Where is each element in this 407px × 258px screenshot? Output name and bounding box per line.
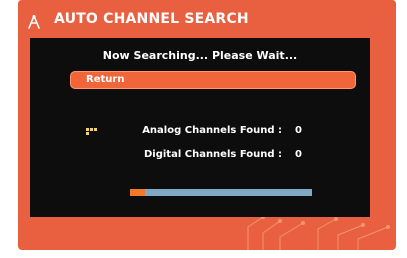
status-text: Now Searching... Please Wait... bbox=[102, 49, 298, 62]
antenna-icon bbox=[28, 15, 40, 29]
screen: AUTO CHANNEL SEARCH Now Searching... Ple… bbox=[12, 0, 402, 258]
title-bar: AUTO CHANNEL SEARCH bbox=[18, 0, 396, 38]
digital-value: 0 bbox=[295, 149, 302, 160]
return-button[interactable]: Return bbox=[70, 71, 356, 89]
search-panel: Now Searching... Please Wait... Return A… bbox=[30, 38, 370, 217]
progress-bar bbox=[130, 189, 312, 196]
tv-menu: AUTO CHANNEL SEARCH Now Searching... Ple… bbox=[18, 0, 396, 250]
digital-label: Digital Channels Found : bbox=[143, 149, 282, 160]
circuit-decoration bbox=[247, 217, 390, 250]
progress-fill bbox=[130, 189, 145, 196]
dots-icon bbox=[86, 128, 98, 136]
analog-value: 0 bbox=[295, 125, 302, 136]
analog-label: Analog Channels Found : bbox=[142, 125, 282, 136]
return-button-label: Return bbox=[86, 74, 125, 85]
page-title: AUTO CHANNEL SEARCH bbox=[54, 11, 249, 27]
